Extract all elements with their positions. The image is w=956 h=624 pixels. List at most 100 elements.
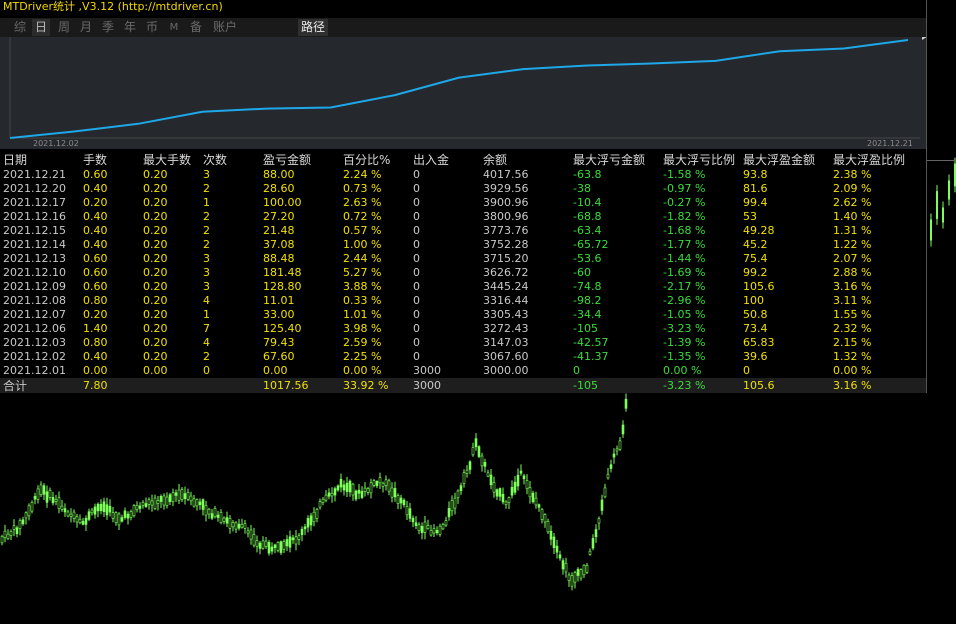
cell-balance: 3773.76 — [483, 224, 529, 237]
cell-max-lots: 0.00 — [143, 364, 168, 377]
cell-max-lots: 0.20 — [143, 196, 168, 209]
candle-body — [438, 525, 442, 535]
cell-date: 2021.12.02 — [3, 350, 66, 363]
cell-pnl: 21.48 — [263, 224, 295, 237]
column-header-max-float-profit-pct[interactable]: 最大浮盈比例 — [833, 153, 905, 168]
cell-lots: 0.40 — [83, 210, 108, 223]
tab-path[interactable]: 路径 — [298, 19, 328, 36]
tab-day[interactable]: 日 — [32, 19, 50, 36]
candle-body — [426, 525, 430, 529]
table-row: 2021.12.03 0.80 0.20 4 79.43 2.59 % 0 3147.03 -4… — [0, 336, 927, 350]
candle-body — [21, 519, 25, 525]
column-header-percent[interactable]: 百分比% — [343, 153, 390, 168]
cell-max-float-profit: 99.4 — [743, 196, 768, 209]
column-header-balance[interactable]: 余额 — [483, 153, 507, 168]
column-header-deposit[interactable]: 出入金 — [413, 153, 449, 168]
cell-max-float-profit-pct: 2.09 % — [833, 182, 872, 195]
cell-max-float-profit: 50.8 — [743, 308, 768, 321]
cell-deposit: 0 — [413, 224, 420, 237]
tab-summary[interactable]: 综 — [10, 19, 30, 36]
tab-quarter[interactable]: 季 — [98, 19, 118, 36]
cell-balance: 3715.20 — [483, 252, 529, 265]
cell-max-float-loss: -10.4 — [573, 196, 602, 209]
tab-magic[interactable]: M — [166, 19, 182, 36]
cell-balance: 3316.44 — [483, 294, 529, 307]
candle-body — [612, 453, 616, 458]
candle-body — [246, 530, 250, 534]
cell-date: 2021.12.15 — [3, 224, 66, 237]
cell-count: 1 — [203, 196, 210, 209]
candle-body — [129, 511, 133, 518]
candle-body — [270, 546, 274, 552]
column-header-max-float-loss-pct[interactable]: 最大浮亏比例 — [663, 153, 735, 168]
candle-body — [72, 511, 76, 519]
column-header-date[interactable]: 日期 — [3, 153, 27, 168]
candle-body — [261, 540, 265, 549]
candle-body — [138, 505, 142, 509]
stats-panel: MTDriver统计 ,V3.12 (http://mtdriver.cn) 综… — [0, 0, 927, 393]
candle-body — [561, 560, 565, 570]
candle-body — [429, 530, 433, 536]
candle-body — [168, 494, 172, 502]
cell-balance: 3067.60 — [483, 350, 529, 363]
cell-percent: 5.27 % — [343, 266, 382, 279]
candle-body — [264, 540, 268, 547]
cell-max-float-profit-pct: 2.07 % — [833, 252, 872, 265]
cell-max-lots: 0.20 — [143, 308, 168, 321]
tab-note[interactable]: 备 — [186, 19, 206, 36]
total-date: 合计 — [3, 379, 28, 393]
candle-body — [279, 541, 283, 553]
tab-symbol[interactable]: 币 — [142, 19, 162, 36]
candle-body — [498, 488, 502, 497]
candle-body — [459, 485, 463, 492]
candle-body — [480, 455, 484, 467]
cell-count: 2 — [203, 224, 210, 237]
tab-week[interactable]: 周 — [54, 19, 74, 36]
candle-body — [609, 464, 613, 469]
candle-body — [174, 492, 178, 496]
candle-body — [534, 497, 538, 506]
candle-body — [519, 470, 523, 474]
tab-account[interactable]: 账户 — [210, 19, 240, 36]
column-header-max-lots[interactable]: 最大手数 — [143, 153, 191, 168]
candle-body — [552, 536, 556, 548]
column-header-max-float-loss[interactable]: 最大浮亏金额 — [573, 153, 645, 168]
column-header-count[interactable]: 次数 — [203, 153, 227, 168]
candle-body — [492, 482, 496, 493]
candle-body — [522, 475, 526, 480]
column-header-lots[interactable]: 手数 — [83, 153, 107, 168]
cell-max-float-loss-pct: -1.39 % — [663, 336, 706, 349]
cell-max-float-profit: 93.8 — [743, 168, 768, 181]
cell-max-float-profit: 49.28 — [743, 224, 775, 237]
candle-body — [54, 499, 58, 502]
cell-count: 3 — [203, 252, 210, 265]
candle-body — [495, 489, 499, 497]
cell-max-float-loss-pct: -2.17 % — [663, 280, 706, 293]
total-lots: 7.80 — [83, 379, 108, 392]
cell-deposit: 0 — [413, 168, 420, 181]
tab-month[interactable]: 月 — [76, 19, 96, 36]
candle-body — [507, 497, 511, 504]
candle-body — [273, 544, 277, 549]
cell-count: 7 — [203, 322, 210, 335]
candle-body — [36, 488, 40, 500]
candle-body — [504, 501, 508, 505]
candle-body — [6, 533, 10, 540]
table-row: 2021.12.01 0.00 0.00 0 0.00 0.00 % 3000 3000.00… — [0, 364, 927, 378]
candle-body — [447, 508, 451, 518]
cell-pnl: 0.00 — [263, 364, 288, 377]
tab-year[interactable]: 年 — [120, 19, 140, 36]
candle-body — [312, 511, 316, 523]
table-row: 2021.12.14 0.40 0.20 2 37.08 1.00 % 0 3752.28 -6… — [0, 238, 927, 252]
candle-body — [222, 517, 226, 522]
candle-body — [333, 488, 337, 496]
candle-body — [177, 489, 181, 501]
cell-deposit: 0 — [413, 350, 420, 363]
candle-body — [201, 499, 205, 510]
daily-stats-table: 日期 手数 最大手数 次数 盈亏金额 百分比% 出入金 余额 最大浮亏金额 最大浮亏比例 最大浮盈金… — [0, 153, 927, 393]
column-header-pnl[interactable]: 盈亏金额 — [263, 153, 311, 168]
column-header-max-float-profit[interactable]: 最大浮盈金额 — [743, 153, 815, 168]
cell-max-float-profit-pct: 1.40 % — [833, 210, 872, 223]
curve-end-date: 2021.12.21 — [867, 139, 913, 148]
candle-body — [600, 499, 604, 511]
